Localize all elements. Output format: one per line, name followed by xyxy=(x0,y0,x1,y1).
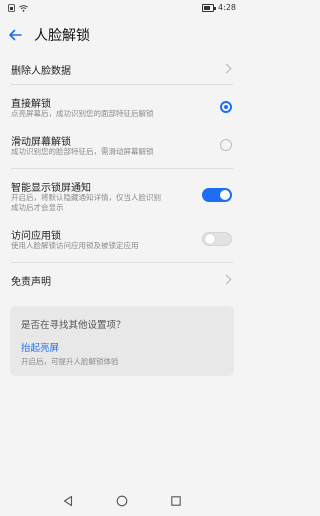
suggestion-question: 是否在寻找其他设置项？ xyxy=(21,320,126,331)
status-time: 4:28 xyxy=(218,3,236,12)
raise-to-wake-link[interactable]: 抬起亮屏 xyxy=(21,340,59,354)
home-circle-icon[interactable] xyxy=(116,495,128,507)
toggle-knob xyxy=(220,190,230,200)
battery-icon xyxy=(202,3,217,12)
slide-unlock-radio[interactable] xyxy=(220,139,232,151)
app-bar: 人脸解锁 xyxy=(0,20,244,50)
divider xyxy=(11,262,233,263)
direct-unlock-subtitle: 点亮屏幕后，成功识别您的面部特征后解锁 xyxy=(11,109,154,118)
navigation-bar xyxy=(0,486,244,516)
app-lock-title: 访问应用锁 xyxy=(11,231,61,242)
wifi-icon xyxy=(19,4,28,12)
suggestion-card: 是否在寻找其他设置项？ 抬起亮屏 开启后，可提升人脸解锁体验 xyxy=(10,306,234,376)
back-triangle-icon[interactable] xyxy=(62,495,74,507)
app-lock-toggle[interactable] xyxy=(202,232,232,246)
smart-notify-item[interactable]: 智能显示锁屏通知 开启后，将默认隐藏通知详情，仅当人脸识别 成功后才会显示 xyxy=(0,174,244,216)
delete-face-data-item[interactable]: 删除人脸数据 xyxy=(0,56,244,80)
divider xyxy=(11,168,233,169)
direct-unlock-option[interactable]: 直接解锁 点亮屏幕后，成功识别您的面部特征后解锁 xyxy=(0,92,244,124)
direct-unlock-radio[interactable] xyxy=(220,101,232,113)
app-lock-subtitle: 使用人脸解锁访问应用锁及被锁定应用 xyxy=(11,241,139,250)
toggle-knob xyxy=(205,234,215,244)
disclaimer-item[interactable]: 免责声明 xyxy=(0,268,244,292)
back-button[interactable] xyxy=(0,20,30,50)
smart-notify-subtitle-1: 开启后，将默认隐藏通知详情，仅当人脸识别 xyxy=(11,193,161,202)
back-arrow-icon xyxy=(9,29,22,41)
chevron-right-icon xyxy=(221,274,232,285)
divider xyxy=(11,84,233,85)
slide-unlock-title: 滑动屏幕解锁 xyxy=(11,137,71,148)
smart-notify-title: 智能显示锁屏通知 xyxy=(11,183,91,194)
chevron-right-icon xyxy=(221,63,232,74)
sim-icon xyxy=(8,4,15,12)
smart-notify-toggle[interactable] xyxy=(202,188,232,202)
direct-unlock-title: 直接解锁 xyxy=(11,99,51,110)
slide-unlock-option[interactable]: 滑动屏幕解锁 成功识别您的脸部特征后，需滑动屏幕解锁 xyxy=(0,130,244,162)
suggestion-description: 开启后，可提升人脸解锁体验 xyxy=(21,357,119,366)
delete-face-data-label: 删除人脸数据 xyxy=(11,66,71,77)
page-title: 人脸解锁 xyxy=(34,28,90,44)
app-lock-item[interactable]: 访问应用锁 使用人脸解锁访问应用锁及被锁定应用 xyxy=(0,224,244,254)
recents-square-icon[interactable] xyxy=(170,495,182,507)
smart-notify-subtitle-2: 成功后才会显示 xyxy=(11,203,64,212)
slide-unlock-subtitle: 成功识别您的脸部特征后，需滑动屏幕解锁 xyxy=(11,147,154,156)
status-bar: 4:28 xyxy=(0,0,244,18)
disclaimer-label: 免责声明 xyxy=(11,277,51,288)
